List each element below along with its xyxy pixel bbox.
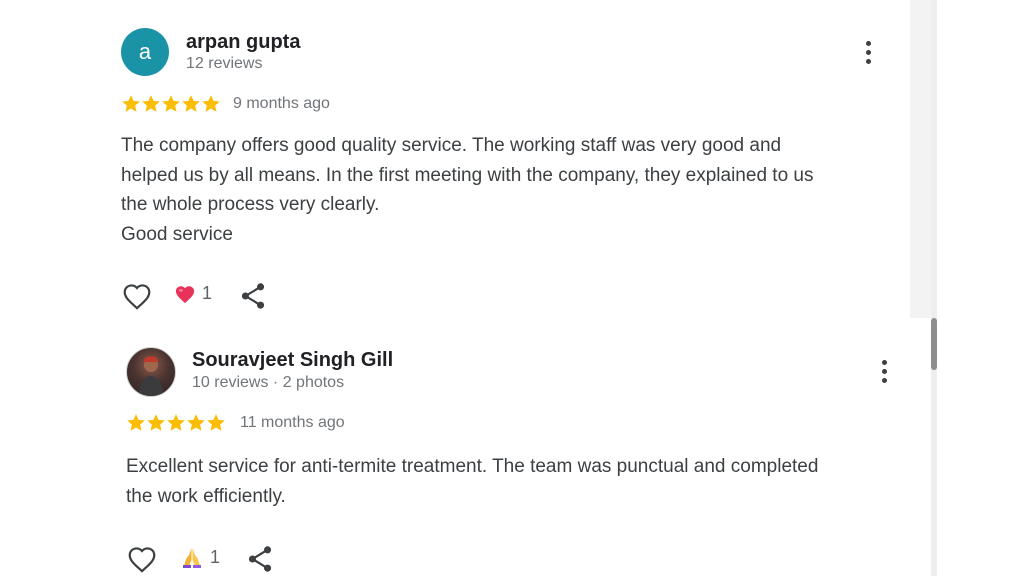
review-text-line: the work efficiently. (126, 485, 286, 507)
star-icon (162, 95, 180, 112)
folded-hands-emoji-icon (183, 548, 201, 568)
reviews-page: a arpan gupta 12 reviews 9 months ago Th… (0, 0, 1024, 576)
star-icon (167, 414, 185, 431)
star-icon (147, 414, 165, 431)
reaction-count: 1 (202, 283, 213, 303)
more-vert-icon-dot (881, 377, 887, 383)
reviewer-name[interactable]: arpan gupta (186, 31, 300, 54)
side-panel-shade (910, 0, 932, 318)
reviewer-name[interactable]: Souravjeet Singh Gill (192, 349, 393, 372)
reviewer-meta: 10 reviews · 2 photos (192, 374, 345, 391)
avatar-letter: a (138, 39, 152, 64)
heart-outline-icon (128, 546, 156, 573)
reaction-summary[interactable]: 1 (180, 546, 220, 568)
star-icon (182, 95, 200, 112)
star-icon (207, 414, 225, 431)
reviewer-meta: 12 reviews (186, 55, 263, 72)
star-rating (126, 413, 226, 433)
star-rating (121, 94, 221, 114)
like-button[interactable] (121, 281, 153, 311)
review-text-line: Good service (121, 223, 233, 245)
more-vert-icon-dot (881, 368, 887, 374)
more-vert-icon-dot (865, 49, 871, 55)
review-text-line: Excellent service for anti-termite treat… (126, 456, 819, 477)
more-vert-icon (865, 40, 871, 46)
side-panel (910, 0, 1024, 576)
scrollbar-track[interactable] (931, 0, 937, 576)
heart-outline-icon (123, 283, 151, 310)
avatar[interactable] (126, 347, 176, 397)
star-icon (202, 95, 220, 112)
profile-photo-icon (139, 356, 163, 396)
share-button[interactable] (246, 544, 274, 574)
star-icon (127, 414, 145, 431)
star-icon (122, 95, 140, 112)
review-text-line: the whole process very clearly. (121, 194, 380, 215)
review-date: 9 months ago (233, 95, 330, 112)
avatar[interactable]: a (121, 28, 169, 76)
review-card: Souravjeet Singh Gill 10 reviews · 2 pho… (0, 318, 910, 576)
more-vert-icon (881, 359, 887, 365)
more-options-button[interactable] (872, 355, 896, 387)
more-vert-icon-dot (865, 58, 871, 64)
like-button[interactable] (126, 544, 158, 574)
scrollbar-thumb[interactable] (931, 318, 937, 370)
heart-emoji-icon (175, 285, 195, 303)
share-icon (241, 283, 265, 309)
reaction-count: 1 (210, 546, 221, 567)
review-date: 11 months ago (240, 414, 345, 431)
reaction-summary[interactable]: 1 (174, 283, 212, 304)
review-text: Excellent service for anti-termite treat… (126, 452, 906, 511)
star-icon (142, 95, 160, 112)
review-text-line: helped us by all means. In the first mee… (121, 164, 814, 186)
review-card: a arpan gupta 12 reviews 9 months ago Th… (0, 0, 910, 318)
share-icon (248, 546, 272, 572)
review-text: The company offers good quality service.… (121, 131, 901, 249)
star-icon (187, 414, 205, 431)
more-options-button[interactable] (856, 36, 880, 68)
share-button[interactable] (239, 281, 267, 311)
review-text-line: The company offers good quality service.… (121, 135, 782, 156)
